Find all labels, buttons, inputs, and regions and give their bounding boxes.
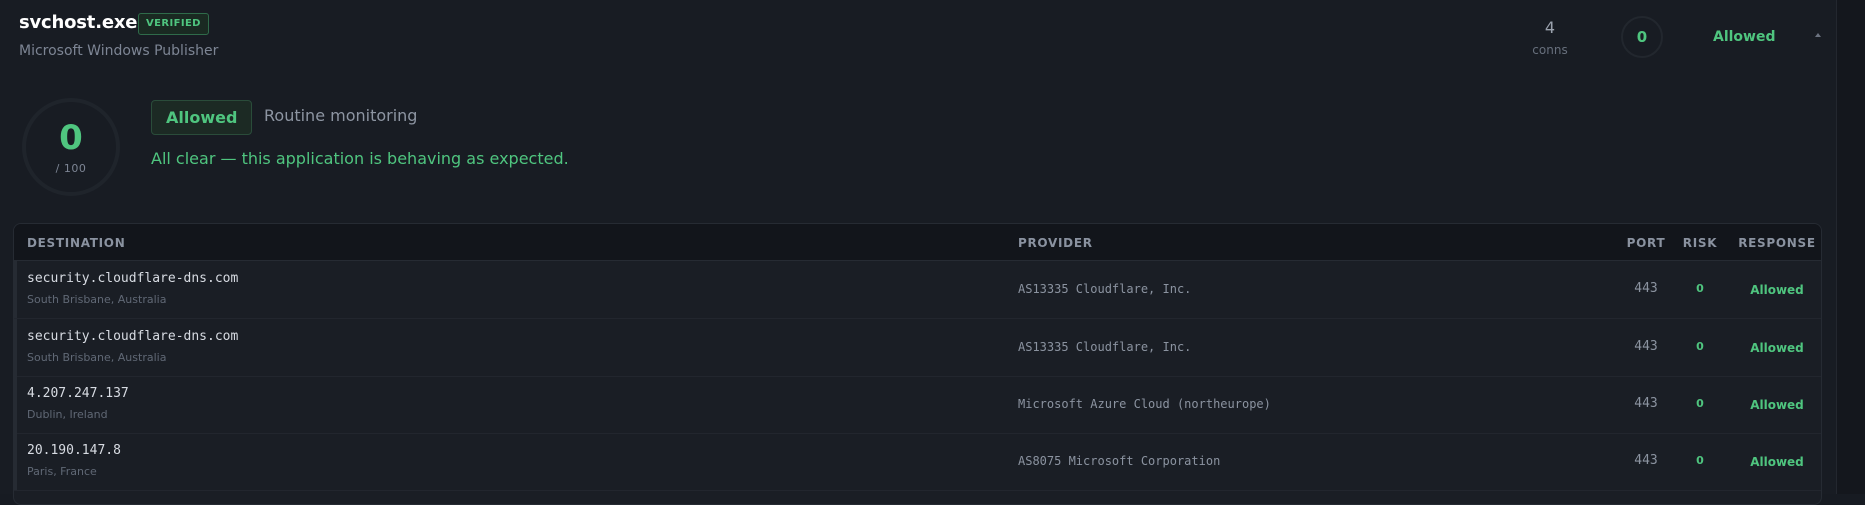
column-header-response[interactable]: RESPONSE [1738, 236, 1816, 250]
provider-name: AS13335 Cloudflare, Inc. [1018, 282, 1192, 296]
risk-score-value: 0 [59, 118, 83, 158]
response-status: Allowed [1750, 283, 1804, 297]
publisher-name: Microsoft Windows Publisher [19, 43, 219, 59]
table-row[interactable]: security.cloudflare-dns.com South Brisba… [14, 261, 1821, 319]
destination-location: South Brisbane, Australia [27, 351, 167, 364]
table-header: DESTINATION PROVIDER PORT RISK RESPONSE [14, 224, 1821, 261]
app-name: svchost.exe [19, 12, 138, 33]
column-header-risk[interactable]: RISK [1682, 236, 1718, 250]
table-row[interactable]: 4.207.247.137 Dublin, Ireland Microsoft … [14, 376, 1821, 434]
status-pill: Allowed [151, 100, 253, 135]
column-header-port[interactable]: PORT [1616, 236, 1676, 250]
risk-value: 0 [1696, 340, 1704, 353]
port-number: 443 [1634, 453, 1658, 468]
scrollbar[interactable] [1836, 0, 1865, 494]
port-number: 443 [1634, 281, 1658, 296]
risk-value: 0 [1696, 454, 1704, 467]
table-row[interactable]: 20.190.147.8 Paris, France AS8075 Micros… [14, 433, 1821, 491]
response-status: Allowed [1750, 341, 1804, 355]
destination-location: South Brisbane, Australia [27, 293, 167, 306]
destination-host: security.cloudflare-dns.com [27, 329, 239, 344]
provider-name: AS13335 Cloudflare, Inc. [1018, 340, 1192, 354]
risk-value: 0 [1696, 397, 1704, 410]
destination-host: 20.190.147.8 [27, 443, 121, 458]
app-detail-panel: svchost.exe VERIFIED Microsoft Windows P… [0, 0, 1836, 505]
destination-host: security.cloudflare-dns.com [27, 271, 239, 286]
provider-name: Microsoft Azure Cloud (northeurope) [1018, 397, 1271, 411]
status-message: All clear — this application is behaving… [151, 149, 569, 168]
column-header-destination[interactable]: DESTINATION [27, 236, 125, 250]
connections-table: DESTINATION PROVIDER PORT RISK RESPONSE … [13, 223, 1822, 505]
risk-value: 0 [1696, 282, 1704, 295]
destination-location: Dublin, Ireland [27, 408, 108, 421]
port-number: 443 [1634, 339, 1658, 354]
column-header-provider[interactable]: PROVIDER [1018, 236, 1093, 250]
response-status: Allowed [1750, 398, 1804, 412]
port-number: 443 [1634, 396, 1658, 411]
risk-score-max: / 100 [55, 162, 87, 175]
provider-name: AS8075 Microsoft Corporation [1018, 454, 1221, 468]
header-risk-score: 0 [1621, 16, 1663, 58]
response-status: Allowed [1750, 455, 1804, 469]
connections-label: conns [1532, 43, 1568, 57]
connections-count: 4 [1544, 18, 1556, 37]
verified-badge: VERIFIED [138, 13, 209, 35]
table-row[interactable]: security.cloudflare-dns.com South Brisba… [14, 319, 1821, 377]
status-reason: Routine monitoring [264, 106, 418, 125]
destination-location: Paris, France [27, 465, 97, 478]
chevron-up-icon[interactable] [1815, 33, 1821, 37]
header-status: Allowed [1713, 29, 1776, 45]
destination-host: 4.207.247.137 [27, 386, 129, 401]
